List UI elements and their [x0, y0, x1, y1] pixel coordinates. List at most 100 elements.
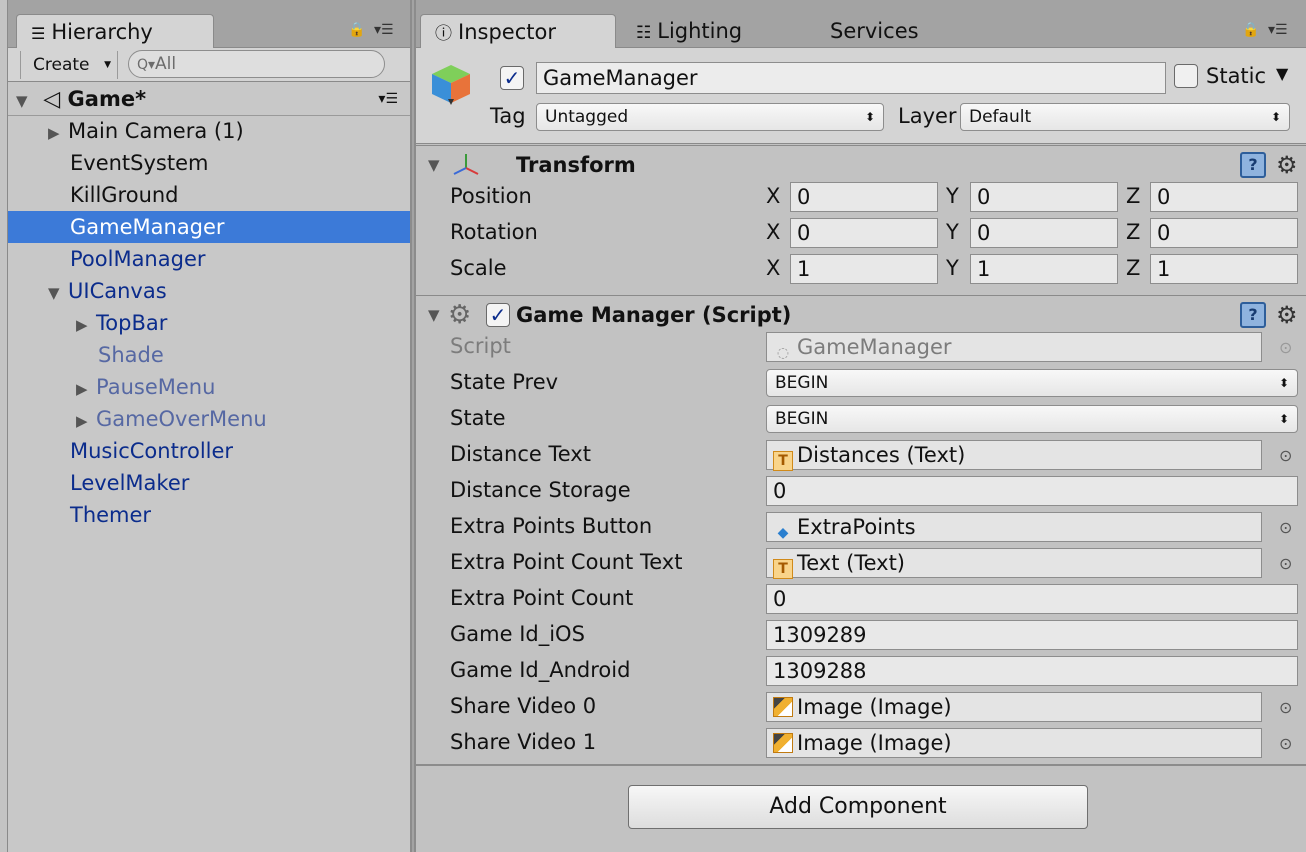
transform-axes-icon [453, 154, 479, 175]
distance-storage-field[interactable]: 0 [766, 476, 1298, 506]
panel-menu-icon[interactable]: ▾☰ [1268, 22, 1288, 38]
rotation-z-field[interactable]: 0 [1150, 218, 1298, 248]
image-component-icon [773, 733, 793, 753]
object-picker-icon[interactable]: ⊙ [1279, 446, 1292, 465]
axis-y-label[interactable]: Y [946, 184, 959, 208]
layer-label: Layer [898, 104, 957, 128]
inspector-tab-bar: ⓘ Inspector ☷ Lighting Services 🔒 ▾☰ [416, 0, 1306, 49]
help-icon[interactable]: ? [1240, 152, 1266, 178]
active-checkbox[interactable]: ✓ [500, 66, 524, 90]
collapsed-arrow-icon[interactable]: ▶ [48, 117, 68, 149]
script-enabled-checkbox[interactable]: ✓ [486, 303, 510, 327]
tree-item-poolmanager[interactable]: PoolManager [8, 243, 410, 275]
layer-dropdown[interactable]: Default ⬍ [960, 103, 1290, 131]
share-video-1-field[interactable]: Image (Image) [766, 728, 1262, 758]
axis-x-label[interactable]: X [766, 220, 780, 244]
tree-item-eventsystem[interactable]: EventSystem [8, 147, 410, 179]
scale-x-field[interactable]: 1 [790, 254, 938, 284]
game-id-ios-field[interactable]: 1309289 [766, 620, 1298, 650]
tree-item-themer[interactable]: Themer [8, 499, 410, 531]
distance-text-field[interactable]: T Distances (Text) [766, 440, 1262, 471]
tree-item-gamemanager[interactable]: GameManager [8, 211, 410, 243]
gear-icon[interactable]: ⚙ [1276, 296, 1298, 334]
position-z-field[interactable]: 0 [1150, 182, 1298, 212]
axis-z-label[interactable]: Z [1126, 184, 1140, 208]
position-x-field[interactable]: 0 [790, 182, 938, 212]
rotation-x-field[interactable]: 0 [790, 218, 938, 248]
state-prev-dropdown[interactable]: BEGIN ⬍ [766, 369, 1298, 397]
tree-item-shade[interactable]: Shade [8, 339, 410, 371]
object-picker-icon[interactable]: ⊙ [1279, 554, 1292, 573]
static-dropdown-icon[interactable]: ▼ [1276, 64, 1288, 83]
state-dropdown[interactable]: BEGIN ⬍ [766, 405, 1298, 433]
axis-z-label[interactable]: Z [1126, 220, 1140, 244]
axis-x-label[interactable]: X [766, 256, 780, 280]
game-id-android-field[interactable]: 1309288 [766, 656, 1298, 686]
share-video-0-field[interactable]: Image (Image) [766, 692, 1262, 722]
axis-z-label[interactable]: Z [1126, 256, 1140, 280]
scene-menu-icon[interactable]: ▾☰ [378, 82, 398, 116]
image-component-icon [773, 697, 793, 717]
scale-y-field[interactable]: 1 [970, 254, 1118, 284]
tree-item-musiccontroller[interactable]: MusicController [8, 435, 410, 467]
extra-point-count-label: Extra Point Count [450, 586, 634, 610]
state-prev-value: BEGIN [775, 373, 829, 393]
collapsed-arrow-icon[interactable]: ▶ [76, 309, 96, 341]
scene-name: Game* [67, 87, 147, 111]
object-name-field[interactable]: GameManager [536, 62, 1166, 94]
state-prev-label: State Prev [450, 370, 559, 394]
text-component-icon: T [773, 559, 793, 579]
create-button[interactable]: Create ▼ [20, 51, 118, 79]
rotation-y-field[interactable]: 0 [970, 218, 1118, 248]
search-input[interactable]: Q▾All [128, 50, 385, 78]
extra-point-count-text-field[interactable]: T Text (Text) [766, 548, 1262, 579]
gameobject-cube-icon: ◆ [777, 525, 789, 541]
static-checkbox[interactable] [1174, 64, 1198, 88]
tree-item-killground[interactable]: KillGround [8, 179, 410, 211]
tab-services[interactable]: Services [816, 14, 956, 49]
object-picker-icon[interactable]: ⊙ [1279, 734, 1292, 753]
help-icon[interactable]: ? [1240, 302, 1266, 328]
tab-inspector[interactable]: ⓘ Inspector [420, 14, 616, 49]
distance-text-label: Distance Text [450, 442, 591, 466]
tree-item-topbar[interactable]: ▶ TopBar [8, 307, 410, 339]
tree-item-uicanvas[interactable]: ▼ UICanvas [8, 275, 410, 307]
object-picker-icon[interactable]: ⊙ [1279, 518, 1292, 537]
scene-row[interactable]: ▼ ◁ Game* ▾☰ [8, 82, 410, 116]
extra-points-button-label: Extra Points Button [450, 514, 653, 538]
object-picker-icon[interactable]: ⊙ [1279, 698, 1292, 717]
lock-icon[interactable]: 🔒 [1242, 22, 1259, 38]
collapsed-arrow-icon[interactable]: ▶ [76, 373, 96, 405]
tree-item-gameovermenu[interactable]: ▶ GameOverMenu [8, 403, 410, 435]
extra-point-count-field[interactable]: 0 [766, 584, 1298, 614]
tag-dropdown[interactable]: Untagged ⬍ [536, 103, 884, 131]
tree-item-label: Shade [98, 343, 164, 367]
axis-y-label[interactable]: Y [946, 220, 959, 244]
tab-lighting[interactable]: ☷ Lighting [622, 14, 792, 49]
position-y-field[interactable]: 0 [970, 182, 1118, 212]
gear-icon[interactable]: ⚙ [1276, 146, 1298, 184]
axis-y-label[interactable]: Y [946, 256, 959, 280]
transform-header[interactable]: ▼ Transform ? ⚙ [416, 145, 1306, 185]
foldout-arrow-icon[interactable]: ▼ [428, 296, 440, 334]
extra-points-button-field[interactable]: ◆ ExtraPoints [766, 512, 1262, 542]
expand-arrow-icon[interactable]: ▼ [48, 277, 68, 309]
collapsed-arrow-icon[interactable]: ▶ [76, 405, 96, 437]
updown-icon: ⬍ [1278, 412, 1289, 426]
extra-point-count-text-value: Text (Text) [797, 551, 906, 575]
script-component-header[interactable]: ▼ ⚙ ✓ Game Manager (Script) ? ⚙ [416, 295, 1306, 335]
axis-x-label[interactable]: X [766, 184, 780, 208]
lock-icon[interactable]: 🔒 [348, 22, 365, 38]
scale-z-field[interactable]: 1 [1150, 254, 1298, 284]
tree-item-main-camera[interactable]: ▶ Main Camera (1) [8, 115, 410, 147]
panel-menu-icon[interactable]: ▾☰ [374, 22, 394, 38]
tree-item-levelmaker[interactable]: LevelMaker [8, 467, 410, 499]
foldout-arrow-icon[interactable]: ▼ [428, 146, 440, 184]
add-component-button[interactable]: Add Component [628, 785, 1088, 829]
tree-item-pausemenu[interactable]: ▶ PauseMenu [8, 371, 410, 403]
expand-arrow-icon[interactable]: ▼ [16, 84, 36, 118]
game-id-android-label: Game Id_Android [450, 658, 631, 682]
tab-hierarchy[interactable]: ☰ Hierarchy [16, 14, 214, 49]
script-component-title: Game Manager (Script) [516, 303, 792, 327]
updown-icon: ⬍ [1270, 110, 1281, 124]
